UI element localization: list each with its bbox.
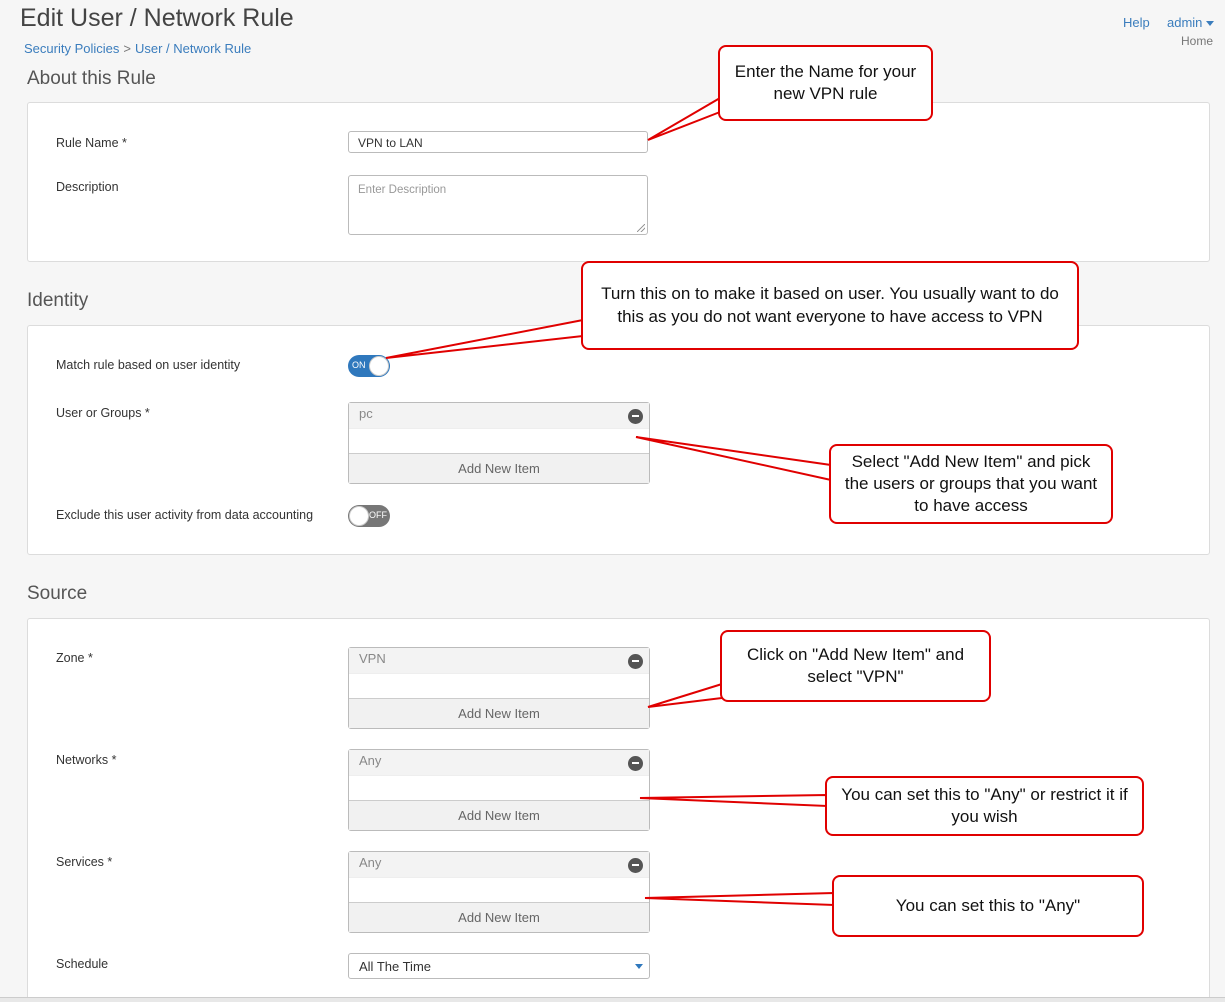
remove-icon[interactable] <box>628 756 643 771</box>
page-title: Edit User / Network Rule <box>20 4 294 32</box>
list-item-text: Any <box>359 753 382 768</box>
exclude-accounting-label: Exclude this user activity from data acc… <box>56 508 314 522</box>
users-groups-list: pc Add New Item <box>348 402 650 484</box>
remove-icon[interactable] <box>628 409 643 424</box>
list-item: VPN <box>349 648 649 674</box>
section-title-about: About this Rule <box>27 68 156 89</box>
toggle-on-text: ON <box>352 360 366 370</box>
toggle-knob <box>349 506 369 526</box>
list-item-text: pc <box>359 406 373 421</box>
bottom-divider <box>0 997 1225 1002</box>
add-new-item-button[interactable]: Add New Item <box>349 902 649 932</box>
callout-identity: Turn this on to make it based on user. Y… <box>581 261 1079 350</box>
list-item: Any <box>349 750 649 776</box>
description-textarea[interactable]: Enter Description <box>348 175 648 235</box>
networks-label: Networks * <box>56 753 117 767</box>
breadcrumb-parent-link[interactable]: Security Policies <box>24 41 119 56</box>
description-placeholder: Enter Description <box>358 184 447 196</box>
networks-list: Any Add New Item <box>348 749 650 831</box>
match-identity-toggle[interactable]: ON <box>348 355 390 377</box>
zone-list: VPN Add New Item <box>348 647 650 729</box>
description-label: Description <box>56 180 119 194</box>
add-new-item-button[interactable]: Add New Item <box>349 800 649 830</box>
chevron-down-icon <box>635 964 643 969</box>
rule-name-input[interactable]: VPN to LAN <box>348 131 648 153</box>
rule-name-label: Rule Name * <box>56 136 127 150</box>
home-link[interactable]: Home <box>1181 34 1213 48</box>
schedule-label: Schedule <box>56 957 109 971</box>
breadcrumb-separator: > <box>123 41 131 56</box>
section-title-source: Source <box>27 583 88 604</box>
user-menu-label: admin <box>1167 15 1203 30</box>
callout-networks: You can set this to "Any" or restrict it… <box>825 776 1144 836</box>
resize-grip-icon[interactable] <box>637 224 645 232</box>
remove-icon[interactable] <box>628 654 643 669</box>
zone-label: Zone * <box>56 651 93 665</box>
list-item-text: Any <box>359 855 382 870</box>
services-list: Any Add New Item <box>348 851 650 933</box>
exclude-accounting-toggle[interactable]: OFF <box>348 505 390 527</box>
callout-services: You can set this to "Any" <box>832 875 1144 937</box>
section-title-identity: Identity <box>27 290 89 311</box>
list-item: Any <box>349 852 649 878</box>
toggle-off-text: OFF <box>369 510 387 520</box>
add-new-item-button[interactable]: Add New Item <box>349 453 649 483</box>
users-groups-label: User or Groups * <box>56 406 150 420</box>
add-new-item-button[interactable]: Add New Item <box>349 698 649 728</box>
callout-name: Enter the Name for your new VPN rule <box>718 45 933 121</box>
breadcrumb: Security Policies > User / Network Rule <box>24 41 251 56</box>
callout-users: Select "Add New Item" and pick the users… <box>829 444 1113 524</box>
help-link[interactable]: Help <box>1123 15 1150 30</box>
caret-down-icon <box>1206 21 1215 27</box>
callout-zone: Click on "Add New Item" and select "VPN" <box>720 630 991 702</box>
remove-icon[interactable] <box>628 858 643 873</box>
breadcrumb-current-link[interactable]: User / Network Rule <box>135 41 251 56</box>
list-item: pc <box>349 403 649 429</box>
schedule-select[interactable]: All The Time <box>348 953 650 979</box>
user-menu[interactable]: admin <box>1167 15 1215 30</box>
toggle-knob <box>369 356 389 376</box>
list-item-text: VPN <box>359 651 386 666</box>
services-label: Services * <box>56 855 113 869</box>
match-identity-label: Match rule based on user identity <box>56 358 241 372</box>
schedule-selected-value: All The Time <box>359 959 432 974</box>
